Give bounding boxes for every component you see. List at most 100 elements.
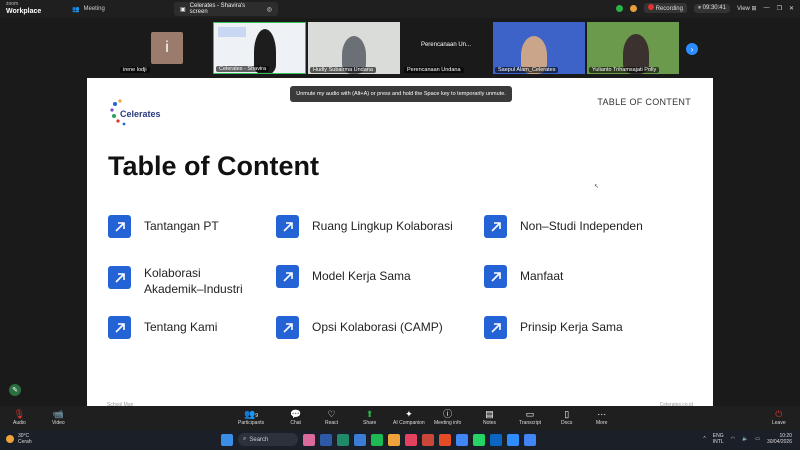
zoom-icon[interactable]: [507, 433, 519, 446]
participant-tile[interactable]: Yulianto Trihamsajati Polly: [587, 22, 679, 74]
more-button[interactable]: ⋯ More: [596, 408, 607, 426]
widgets-icon[interactable]: [303, 433, 315, 446]
meeting-icon: 👥: [72, 6, 80, 13]
audio-label: Audio: [13, 420, 26, 426]
next-page-button[interactable]: ›: [686, 43, 698, 55]
tab-share-label: Celerates - Shavira's screen: [189, 3, 246, 15]
arrow-up-right-icon: [108, 316, 131, 339]
transcript-button[interactable]: ▭ Transcript: [519, 408, 541, 426]
info-label: Meeting info: [434, 420, 462, 426]
toc-item-label: Opsi Kolaborasi (CAMP): [312, 320, 443, 334]
weather-widget[interactable]: 30°C Cerah: [6, 433, 32, 445]
view-button[interactable]: View ⊞: [737, 5, 757, 12]
arrow-up-right-icon: [484, 265, 507, 288]
participant-name: Celerates - Shavira: [216, 66, 270, 72]
arrow-up-right-icon: [108, 266, 131, 289]
notes-button[interactable]: ▤ Notes: [483, 408, 496, 426]
react-button[interactable]: ♡ React: [325, 408, 338, 426]
wifi-icon[interactable]: ◠: [731, 436, 735, 442]
app-icon[interactable]: [320, 433, 332, 446]
instagram-icon[interactable]: [405, 433, 417, 446]
ai-companion-button[interactable]: ✦ AI Companion: [393, 408, 425, 426]
app-icon[interactable]: [354, 433, 366, 446]
app-icon[interactable]: [439, 433, 451, 446]
whatsapp-icon[interactable]: [473, 433, 485, 446]
docs-icon: ▯: [564, 409, 570, 419]
brand-top: zoom: [6, 1, 19, 7]
docs-button[interactable]: ▯ Docs: [561, 408, 572, 426]
chat-button[interactable]: 💬 Chat: [290, 408, 301, 426]
app-icon[interactable]: [422, 433, 434, 446]
tab-options-icon[interactable]: ◎: [267, 6, 272, 13]
video-label: Video: [52, 420, 65, 426]
video-button[interactable]: 📹 Video: [52, 408, 65, 426]
minimize-icon[interactable]: —: [764, 5, 770, 11]
system-tray: ^ ENG INTL ◠ 🔈 ▭ 10:20 30/04/2026: [703, 433, 792, 445]
windows-start-icon[interactable]: [221, 433, 233, 446]
leave-label: Leave: [772, 420, 786, 426]
chevron-up-icon[interactable]: ^: [703, 436, 705, 442]
annotate-pen-button[interactable]: ✎: [9, 384, 21, 396]
leave-button[interactable]: ⏻ Leave: [772, 408, 786, 426]
share-label: Share: [363, 420, 377, 426]
transcript-icon: ▭: [525, 409, 535, 419]
meeting-controls: 🎙 Audio 📹 Video 👥9 Participants 💬 Chat ♡ Reac…: [0, 406, 800, 430]
participant-name: Yulianto Trihamsajati Polly: [589, 67, 660, 73]
react-label: React: [325, 420, 339, 426]
recording-dot-icon: [647, 4, 654, 10]
toc-item: Model Kerja Sama: [276, 265, 411, 288]
participant-name: Saepul Alam_Celerates: [495, 67, 559, 73]
participant-tile[interactable]: Saepul Alam_Celerates: [493, 22, 585, 74]
spotify-icon[interactable]: [371, 433, 383, 446]
participant-name: Perencanaan Undana: [404, 67, 464, 73]
meeting-info-button[interactable]: ⓘ Meeting info: [434, 408, 461, 426]
taskbar-apps: ⌕ Search: [221, 433, 536, 446]
edge-icon[interactable]: [337, 433, 349, 446]
recording-time: 09:30:41: [702, 4, 726, 11]
alert-icon[interactable]: [629, 4, 637, 12]
chevron-right-icon: ›: [690, 44, 694, 54]
toc-item: Tantangan PT: [108, 215, 219, 238]
toc-item: Manfaat: [484, 265, 563, 288]
chat-icon: 💬: [290, 409, 302, 419]
participant-strip: i irene lodji Celerates - Shavira Hudly …: [0, 18, 800, 78]
maximize-icon[interactable]: ❐: [777, 5, 782, 12]
screen-share-icon: ▣: [180, 6, 186, 13]
participant-tile-active[interactable]: Celerates - Shavira: [213, 22, 306, 74]
microphone-muted-icon: 🎙: [13, 409, 26, 419]
zoom-logo: zoom Workplace: [6, 1, 41, 15]
more-icon: ⋯: [597, 409, 607, 419]
chrome-icon[interactable]: [456, 433, 468, 446]
language-indicator[interactable]: ENG INTL: [713, 433, 724, 445]
app-icon[interactable]: [490, 433, 502, 446]
participant-tile[interactable]: Perencanaan Un... Perencanaan Undana: [402, 22, 490, 74]
battery-icon[interactable]: ▭: [755, 436, 760, 442]
participant-tile[interactable]: Hudly Subairma Undana: [308, 22, 400, 74]
recording-indicator[interactable]: Recording: [643, 3, 687, 13]
tab-shared-screen[interactable]: ▣ Celerates - Shavira's screen ◎: [174, 2, 278, 16]
shield-icon[interactable]: [615, 4, 623, 12]
participant-name: Hudly Subairma Undana: [310, 67, 376, 73]
shared-slide: Celerates TABLE OF CONTENT Table of Cont…: [87, 78, 713, 408]
close-icon[interactable]: ✕: [789, 5, 794, 12]
participants-button[interactable]: 👥9 Participants: [238, 408, 264, 426]
leave-icon: ⏻: [775, 409, 783, 419]
participant-display-name: Perencanaan Un...: [420, 42, 472, 48]
tab-meeting[interactable]: 👥 Meeting: [66, 2, 166, 16]
speaker-icon[interactable]: 🔈: [742, 436, 748, 442]
audio-button[interactable]: 🎙 Audio: [13, 408, 26, 426]
participant-name: irene lodji: [120, 67, 150, 73]
weather-desc: Cerah: [18, 439, 32, 445]
taskbar-search[interactable]: ⌕ Search: [238, 433, 298, 446]
docs-label: Docs: [561, 420, 573, 426]
chrome-icon[interactable]: [524, 433, 536, 446]
clock[interactable]: 10:20 30/04/2026: [767, 433, 792, 445]
participant-tile[interactable]: i irene lodji: [118, 22, 210, 74]
file-explorer-icon[interactable]: [388, 433, 400, 446]
participants-label: Participants: [238, 420, 265, 426]
share-button[interactable]: ⬆ Share: [363, 408, 376, 426]
slide-title: Table of Content: [108, 151, 319, 181]
arrow-up-right-icon: [276, 316, 299, 339]
toc-item: Prinsip Kerja Sama: [484, 316, 623, 339]
notes-icon: ▤: [485, 409, 494, 419]
